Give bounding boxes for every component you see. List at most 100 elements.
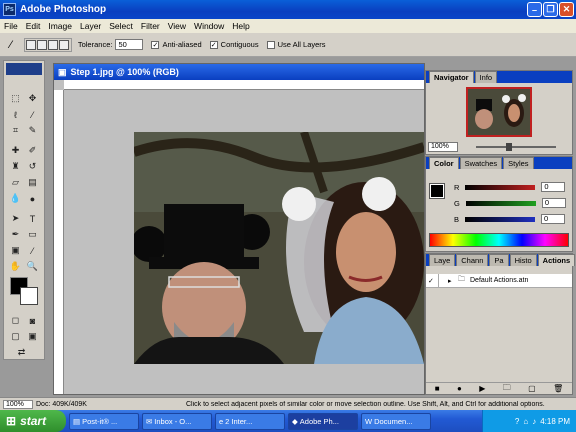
- tab-channels[interactable]: Chann: [456, 254, 489, 266]
- menu-layer[interactable]: Layer: [76, 21, 105, 31]
- screen-mode-icon[interactable]: ▢: [8, 329, 23, 344]
- slice-tool-icon[interactable]: ✎: [25, 123, 40, 138]
- blur-tool-icon[interactable]: 💧: [8, 191, 23, 206]
- menu-select[interactable]: Select: [105, 21, 137, 31]
- fullscreen-mode-icon[interactable]: ▣: [25, 329, 40, 344]
- tab-history[interactable]: Histo: [509, 254, 537, 266]
- start-button[interactable]: ⊞ start: [0, 410, 66, 432]
- healing-brush-icon[interactable]: ✚: [8, 143, 23, 158]
- add-selection-button[interactable]: [36, 39, 47, 50]
- menu-edit[interactable]: Edit: [22, 21, 45, 31]
- maximize-button[interactable]: ❐: [543, 2, 558, 17]
- stop-icon[interactable]: ■: [435, 384, 440, 393]
- new-action-icon[interactable]: ▢: [528, 384, 536, 393]
- tab-color[interactable]: Color: [429, 157, 459, 169]
- tray-help-icon[interactable]: ?: [515, 417, 519, 426]
- clone-stamp-icon[interactable]: ♜: [8, 159, 23, 174]
- pen-tool-icon[interactable]: ✒: [8, 227, 23, 242]
- menu-view[interactable]: View: [164, 21, 190, 31]
- status-zoom[interactable]: 100%: [3, 399, 33, 409]
- background-color-swatch[interactable]: [20, 287, 38, 305]
- menu-image[interactable]: Image: [44, 21, 76, 31]
- expand-arrow-icon[interactable]: ▸: [448, 277, 458, 285]
- notes-tool-icon[interactable]: ▣: [8, 243, 23, 258]
- tab-actions[interactable]: Actions: [537, 254, 576, 266]
- navigator-zoom-slider[interactable]: [476, 146, 556, 148]
- green-value-field[interactable]: 0: [541, 198, 566, 208]
- lasso-tool-icon[interactable]: ℓ: [8, 107, 23, 122]
- crop-tool-icon[interactable]: ⌗: [8, 123, 23, 138]
- zoom-tool-icon[interactable]: 🔍: [25, 259, 40, 274]
- tab-navigator[interactable]: Navigator: [429, 71, 474, 83]
- clock[interactable]: 4:18 PM: [540, 417, 570, 426]
- menu-filter[interactable]: Filter: [137, 21, 164, 31]
- action-check-icon[interactable]: ✓: [428, 277, 438, 285]
- close-button[interactable]: ✕: [559, 2, 574, 17]
- quick-mask-icon[interactable]: ◙: [25, 313, 40, 328]
- shape-tool-icon[interactable]: ▭: [25, 227, 40, 242]
- document-window: ▣ Step 1.jpg @ 100% (RGB): [53, 63, 425, 395]
- anti-aliased-checkbox[interactable]: ✓: [151, 40, 160, 49]
- subtract-selection-button[interactable]: [47, 39, 58, 50]
- imageready-icon[interactable]: ⇄: [14, 345, 29, 360]
- action-set-row[interactable]: ✓ ▸ 🗀 Default Actions.atn: [426, 273, 572, 288]
- canvas-area[interactable]: [54, 80, 424, 394]
- blue-slider[interactable]: [465, 216, 536, 222]
- document-photo[interactable]: [134, 132, 424, 364]
- new-selection-button[interactable]: [25, 39, 36, 50]
- history-brush-icon[interactable]: ↺: [25, 159, 40, 174]
- taskbar-item-photoshop[interactable]: ◆ Adobe Ph...: [288, 412, 358, 430]
- delete-icon[interactable]: 🗑: [553, 384, 563, 393]
- status-doc-size[interactable]: Doc: 409K/409K: [36, 401, 186, 408]
- green-slider[interactable]: [465, 200, 536, 206]
- record-icon[interactable]: ●: [457, 384, 462, 393]
- windows-logo-icon: ⊞: [6, 414, 17, 428]
- new-set-icon[interactable]: 🗀: [503, 382, 511, 396]
- dodge-tool-icon[interactable]: ●: [25, 191, 40, 206]
- eyedropper-tool-icon[interactable]: ⁄: [25, 243, 40, 258]
- taskbar-item-inbox[interactable]: ✉ Inbox - O...: [142, 412, 212, 430]
- intersect-selection-button[interactable]: [58, 39, 69, 50]
- brush-tool-icon[interactable]: ✐: [25, 143, 40, 158]
- red-slider-row: R 0: [454, 181, 566, 193]
- tray-volume-icon[interactable]: ♪: [532, 417, 536, 426]
- menu-window[interactable]: Window: [190, 21, 228, 31]
- red-slider[interactable]: [465, 184, 536, 190]
- use-all-layers-checkbox[interactable]: [266, 40, 275, 49]
- tray-network-icon[interactable]: ⌂: [523, 417, 528, 426]
- minimize-button[interactable]: –: [527, 2, 542, 17]
- eraser-tool-icon[interactable]: ▱: [8, 175, 23, 190]
- hand-tool-icon[interactable]: ✋: [8, 259, 23, 274]
- tab-paths[interactable]: Pa: [489, 254, 509, 266]
- navigator-thumbnail[interactable]: [466, 87, 532, 137]
- menu-file[interactable]: File: [0, 21, 22, 31]
- tab-info[interactable]: Info: [474, 71, 498, 83]
- color-foreground-swatch[interactable]: [429, 183, 445, 199]
- tab-swatches[interactable]: Swatches: [459, 157, 503, 169]
- tab-layers[interactable]: Laye: [429, 254, 456, 266]
- contiguous-checkbox[interactable]: ✓: [209, 40, 218, 49]
- magic-wand-icon[interactable]: ⁄: [10, 39, 12, 51]
- red-value-field[interactable]: 0: [541, 182, 566, 192]
- tolerance-input[interactable]: 50: [115, 39, 144, 50]
- type-tool-icon[interactable]: T: [25, 211, 40, 226]
- path-selection-icon[interactable]: ➤: [8, 211, 23, 226]
- document-title-bar[interactable]: ▣ Step 1.jpg @ 100% (RGB): [54, 64, 424, 80]
- navigator-slider-thumb[interactable]: [506, 143, 512, 151]
- blue-value-field[interactable]: 0: [541, 214, 566, 224]
- move-tool-icon[interactable]: ✥: [25, 91, 40, 106]
- standard-mode-icon[interactable]: ◻: [8, 313, 23, 328]
- marquee-tool-icon[interactable]: ⬚: [8, 91, 23, 106]
- play-icon[interactable]: ▶: [479, 384, 485, 393]
- taskbar-item-internet[interactable]: e2 Inter...: [215, 412, 285, 430]
- taskbar-item-document[interactable]: W Documen...: [361, 412, 431, 430]
- tab-styles[interactable]: Styles: [503, 157, 534, 169]
- gradient-tool-icon[interactable]: ▤: [25, 175, 40, 190]
- menu-help[interactable]: Help: [228, 21, 253, 31]
- color-ramp[interactable]: [429, 233, 569, 247]
- magic-wand-tool-icon[interactable]: ⁄: [25, 107, 40, 122]
- taskbar-item-postit[interactable]: ▤ Post-it® ...: [69, 412, 139, 430]
- navigator-zoom-field[interactable]: 100%: [428, 142, 458, 152]
- actions-tabs: Laye Chann Pa Histo Actions: [426, 254, 576, 266]
- action-dialog-toggle[interactable]: [438, 273, 448, 288]
